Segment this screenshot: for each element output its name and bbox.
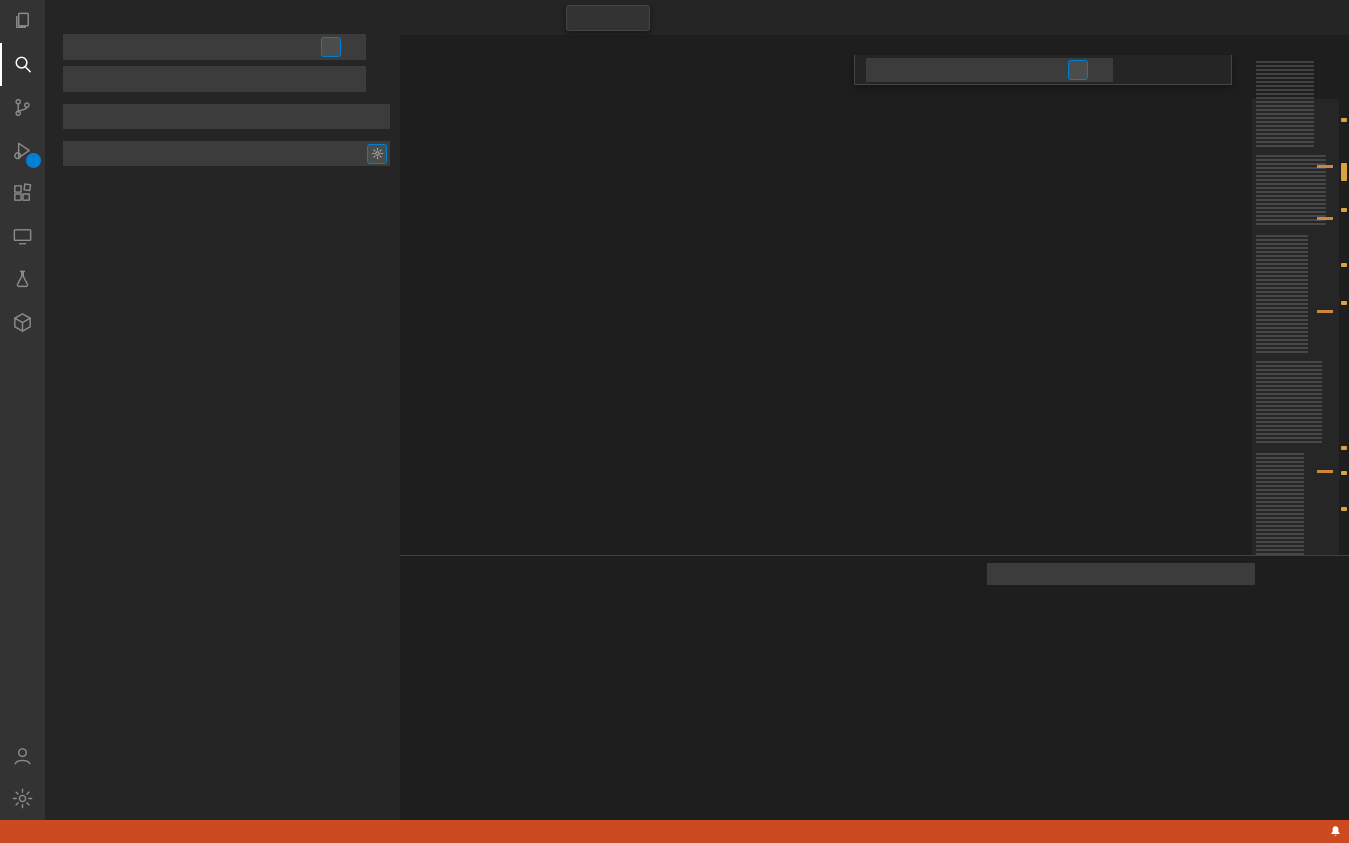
encoding-status[interactable] bbox=[1266, 820, 1280, 843]
collapse-all-icon[interactable] bbox=[368, 7, 388, 27]
preserve-case-icon[interactable] bbox=[343, 69, 363, 89]
bottom-panel bbox=[400, 555, 1349, 820]
whole-word-icon[interactable] bbox=[321, 37, 341, 57]
ruler-match-mark bbox=[1341, 263, 1347, 267]
replace-all-icon[interactable] bbox=[368, 69, 388, 89]
minimap[interactable] bbox=[1252, 55, 1339, 555]
ruler-match-mark bbox=[1341, 471, 1347, 475]
overview-ruler[interactable] bbox=[1339, 55, 1349, 555]
settings-gear-icon[interactable] bbox=[0, 777, 45, 820]
search-icon[interactable] bbox=[0, 43, 45, 86]
search-input-box bbox=[63, 34, 366, 60]
xdebug-status[interactable] bbox=[54, 820, 72, 843]
run-debug-icon[interactable] bbox=[0, 129, 45, 172]
minimap-text-block bbox=[1256, 155, 1326, 227]
find-input-box bbox=[866, 58, 1113, 82]
code-editor[interactable] bbox=[400, 55, 1349, 555]
results-summary bbox=[45, 166, 400, 182]
close-find-icon[interactable] bbox=[1219, 60, 1227, 80]
eol-status[interactable] bbox=[1280, 820, 1294, 843]
find-whole-word-icon[interactable] bbox=[1068, 60, 1088, 80]
ruler-match-mark bbox=[1341, 507, 1347, 511]
remote-indicator[interactable] bbox=[0, 820, 14, 843]
replace-input[interactable] bbox=[63, 72, 343, 87]
ruler-match-mark bbox=[1341, 163, 1347, 181]
minimap-match-mark bbox=[1317, 470, 1333, 473]
language-mode-status[interactable] bbox=[1294, 820, 1308, 843]
files-include-label bbox=[45, 92, 400, 104]
clear-results-icon[interactable] bbox=[320, 7, 340, 27]
ruler-match-mark bbox=[1341, 446, 1347, 450]
ruler-match-mark bbox=[1341, 301, 1347, 305]
tabnine-status[interactable] bbox=[72, 820, 90, 843]
minimap-text-block bbox=[1256, 361, 1322, 445]
files-include-box bbox=[63, 104, 390, 129]
indentation-status[interactable] bbox=[1252, 820, 1266, 843]
minimap-match-mark bbox=[1317, 217, 1333, 220]
regex-icon[interactable] bbox=[343, 37, 363, 57]
minimap-match-mark bbox=[1317, 165, 1333, 168]
find-widget bbox=[854, 55, 1232, 85]
problems-status[interactable] bbox=[28, 820, 54, 843]
extensions-icon[interactable] bbox=[0, 172, 45, 215]
console-filter-input[interactable] bbox=[987, 563, 1255, 585]
vscode-window bbox=[0, 0, 1349, 843]
find-input[interactable] bbox=[866, 62, 1046, 77]
breadcrumb bbox=[400, 35, 1349, 55]
exclude-settings-gear-icon[interactable] bbox=[367, 144, 387, 164]
files-exclude-input[interactable] bbox=[63, 146, 367, 161]
replace-input-box bbox=[63, 66, 366, 92]
files-exclude-label bbox=[45, 129, 400, 141]
editor-group bbox=[400, 0, 1349, 820]
find-match-case-icon[interactable] bbox=[1046, 60, 1066, 80]
explorer-icon[interactable] bbox=[0, 0, 45, 43]
find-in-selection-icon[interactable] bbox=[1207, 60, 1215, 80]
toggle-replace-chevron-icon[interactable] bbox=[855, 55, 861, 84]
toggle-replace-button[interactable] bbox=[47, 34, 63, 92]
feedback-status[interactable] bbox=[1308, 820, 1322, 843]
ruler-match-mark bbox=[1341, 208, 1347, 212]
search-open-editors-icon[interactable] bbox=[367, 107, 387, 127]
find-next-icon[interactable] bbox=[1194, 60, 1202, 80]
python-version-status[interactable] bbox=[14, 820, 28, 843]
find-regex-icon[interactable] bbox=[1090, 60, 1110, 80]
account-icon[interactable] bbox=[0, 734, 45, 777]
minimap-match-mark bbox=[1317, 310, 1333, 313]
remote-explorer-icon[interactable] bbox=[0, 215, 45, 258]
debug-badge bbox=[26, 153, 41, 168]
refresh-icon[interactable] bbox=[296, 7, 316, 27]
notifications-status[interactable] bbox=[1322, 820, 1349, 843]
find-previous-icon[interactable] bbox=[1181, 60, 1189, 80]
source-control-icon[interactable] bbox=[0, 86, 45, 129]
files-exclude-box bbox=[63, 141, 390, 166]
bell-icon bbox=[1329, 825, 1342, 838]
cursor-position-status[interactable] bbox=[1238, 820, 1252, 843]
minimap-text-block bbox=[1256, 61, 1314, 147]
new-search-editor-icon[interactable] bbox=[344, 7, 364, 27]
search-results-tree bbox=[45, 197, 400, 820]
search-input[interactable] bbox=[63, 40, 299, 55]
debug-toolbar bbox=[566, 5, 650, 31]
tab-bar bbox=[400, 0, 1349, 35]
package-icon[interactable] bbox=[0, 301, 45, 344]
minimap-text-block bbox=[1256, 235, 1308, 353]
minimap-text-block bbox=[1256, 453, 1304, 555]
files-include-input[interactable] bbox=[63, 109, 367, 124]
match-case-icon[interactable] bbox=[299, 37, 319, 57]
activity-bar bbox=[0, 0, 45, 820]
search-sidebar bbox=[45, 0, 400, 820]
status-bar bbox=[0, 820, 1349, 843]
debug-console[interactable] bbox=[400, 591, 1349, 820]
testing-icon[interactable] bbox=[0, 258, 45, 301]
ruler-match-mark bbox=[1341, 118, 1347, 122]
